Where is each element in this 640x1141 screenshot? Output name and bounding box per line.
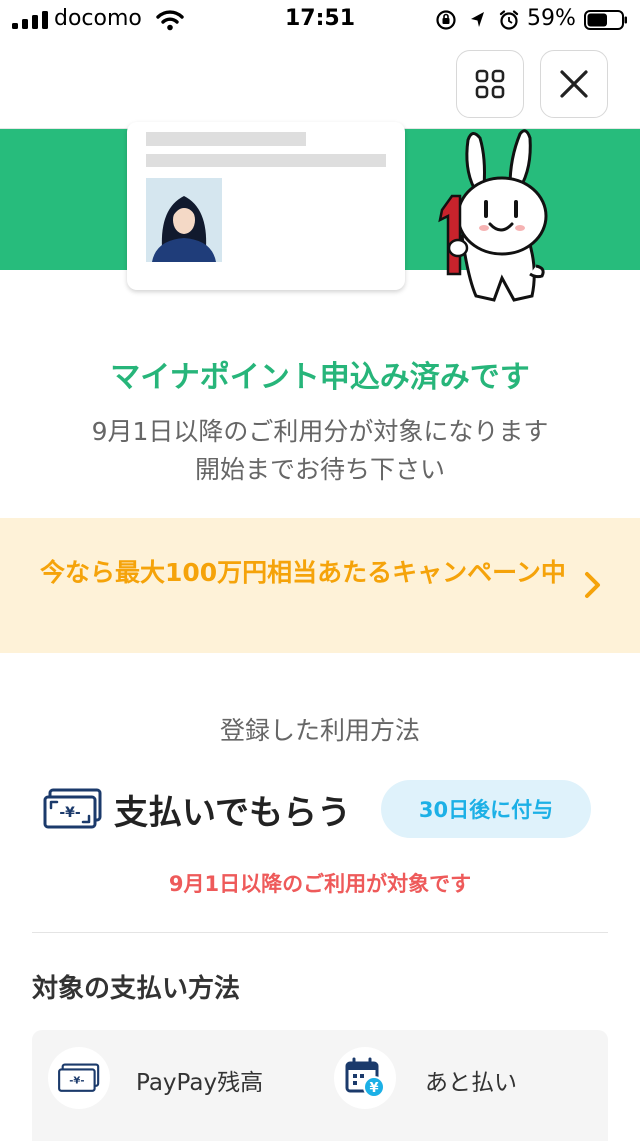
system-status-icons	[436, 10, 519, 30]
rotation-lock-icon	[436, 10, 456, 30]
card-placeholder-line	[146, 154, 386, 167]
status-bar: docomo 17:51 59%	[0, 0, 640, 40]
close-button[interactable]	[540, 50, 608, 118]
mynapoint-rabbit-mascot	[438, 129, 548, 302]
paypay-balance-icon-wrapper: -¥-	[48, 1047, 110, 1109]
alarm-clock-icon	[499, 10, 519, 30]
svg-text:¥: ¥	[369, 1081, 378, 1096]
location-arrow-icon	[471, 12, 484, 27]
battery-percentage: 59%	[527, 6, 576, 31]
section-divider	[32, 932, 608, 933]
payment-methods-list	[32, 1030, 608, 1141]
svg-text:-¥-: -¥-	[59, 805, 81, 821]
campaign-banner-text: 今なら最大100万円相当あたるキャンペーン中	[40, 558, 566, 587]
card-placeholder-line	[146, 132, 306, 146]
pay-later-icon-wrapper: ¥	[334, 1047, 396, 1109]
reward-timing-badge: 30日後に付与	[381, 780, 591, 838]
payment-methods-heading: 対象の支払い方法	[32, 974, 241, 1004]
payment-method-label: PayPay残高	[136, 1070, 264, 1096]
campaign-banner[interactable]: 今なら最大100万円相当あたるキャンペーン中	[0, 518, 640, 653]
close-icon	[560, 70, 588, 98]
yen-bill-icon: -¥-	[58, 1063, 100, 1092]
yen-bill-icon: -¥-	[43, 788, 102, 829]
registered-method-label: 登録した利用方法	[219, 716, 420, 745]
menu-grid-button[interactable]	[456, 50, 524, 118]
grid-icon	[475, 69, 505, 99]
application-status-title: マイナポイント申込み済みです	[110, 360, 530, 395]
registered-method-name: 支払いでもらう	[114, 793, 351, 833]
application-status-subtitle: 開始までお待ち下さい	[194, 455, 445, 484]
card-photo-illustration	[146, 178, 222, 262]
application-status-subtitle: 9月1日以降のご利用分が対象になります	[91, 417, 549, 446]
svg-text:-¥-: -¥-	[69, 1076, 84, 1087]
person-illustration	[152, 196, 216, 262]
chevron-right-icon	[585, 572, 600, 598]
method-start-note: 9月1日以降のご利用が対象です	[168, 872, 472, 896]
battery-icon	[584, 10, 627, 30]
payment-method-label: あと払い	[425, 1070, 517, 1096]
mynumber-card-illustration	[127, 122, 405, 290]
calendar-yen-icon: ¥	[345, 1057, 385, 1098]
